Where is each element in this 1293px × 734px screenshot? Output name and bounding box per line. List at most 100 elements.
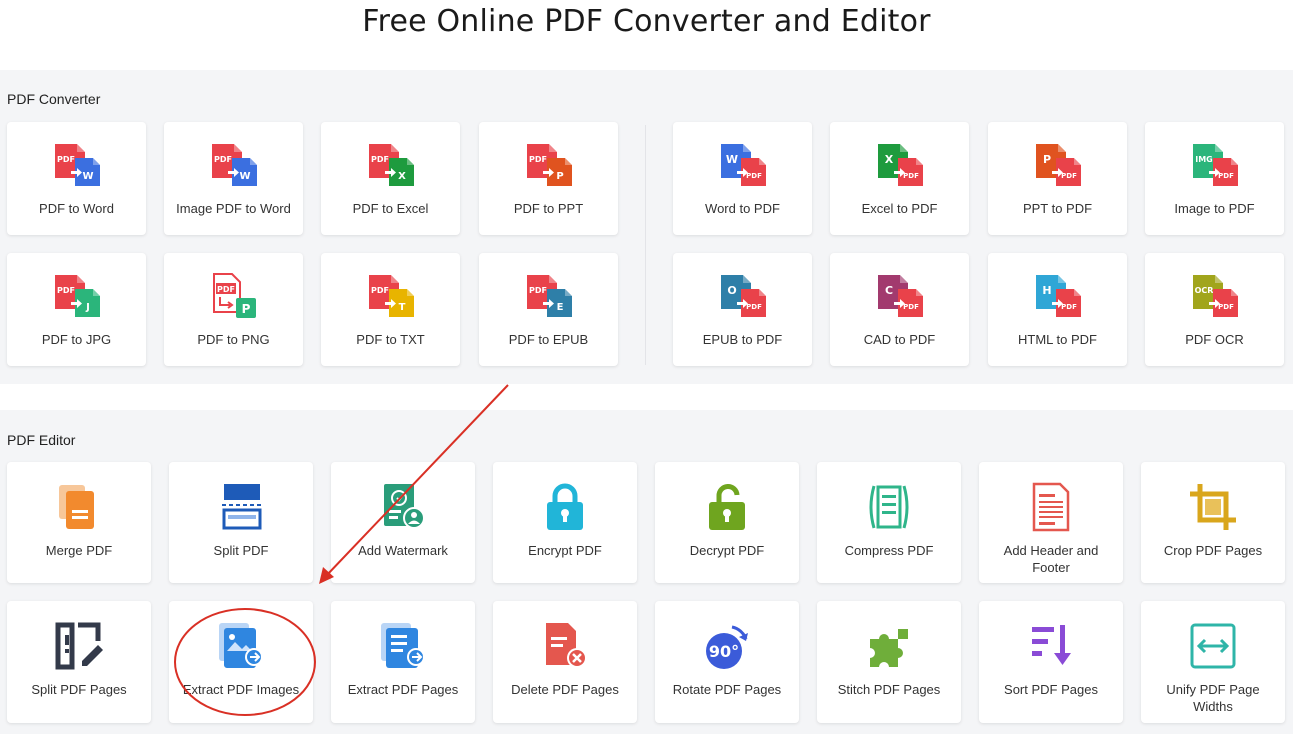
tool-card-cad-to-pdf[interactable]: C PDF CAD to PDF	[830, 253, 969, 366]
svg-text:OCR: OCR	[1194, 286, 1213, 295]
tool-card-label: PDF OCR	[1185, 332, 1244, 347]
merge-pdf-icon	[54, 482, 104, 532]
excel-to-pdf-icon: X PDF	[874, 142, 926, 188]
tool-card-label: Crop PDF Pages	[1163, 543, 1263, 558]
tool-card-crop-pdf-pages[interactable]: Crop PDF Pages	[1141, 462, 1285, 583]
tool-card-label: Image PDF to Word	[176, 201, 291, 216]
section-label-editor: PDF Editor	[7, 432, 76, 448]
tool-card-rotate-pdf-pages[interactable]: 90° Rotate PDF Pages	[655, 601, 799, 723]
tool-card-extract-pdf-pages[interactable]: Extract PDF Pages	[331, 601, 475, 723]
tool-card-pdf-to-png[interactable]: PDF P PDF to PNG	[164, 253, 303, 366]
tool-card-label: Split PDF Pages	[31, 682, 127, 697]
section-label-converter: PDF Converter	[7, 91, 101, 107]
tool-card-add-header-and-footer[interactable]: Add Header and Footer	[979, 462, 1123, 583]
word-to-pdf-icon: W PDF	[717, 142, 769, 188]
tool-card-label: Image to PDF	[1174, 201, 1255, 216]
tool-card-label: PDF to EPUB	[508, 332, 589, 347]
tool-card-excel-to-pdf[interactable]: X PDF Excel to PDF	[830, 122, 969, 235]
svg-text:P: P	[556, 171, 563, 182]
tool-card-pdf-ocr[interactable]: OCR PDF PDF OCR	[1145, 253, 1284, 366]
html-to-pdf-icon: H PDF	[1032, 273, 1084, 319]
tool-card-label: Unify PDF Page Widths	[1166, 682, 1260, 714]
pdf-to-ppt-icon: PDF P	[523, 142, 575, 188]
ppt-to-pdf-icon: P PDF	[1032, 142, 1084, 188]
tool-card-label: Delete PDF Pages	[511, 682, 619, 697]
tool-card-extract-pdf-images[interactable]: Extract PDF Images	[169, 601, 313, 723]
tool-card-label: Rotate PDF Pages	[672, 682, 782, 697]
svg-text:C: C	[884, 284, 892, 297]
svg-text:IMG: IMG	[1195, 155, 1213, 164]
tool-card-pdf-to-excel[interactable]: PDF X PDF to Excel	[321, 122, 460, 235]
tool-card-label: Merge PDF	[45, 543, 113, 558]
tool-card-compress-pdf[interactable]: Compress PDF	[817, 462, 961, 583]
tool-card-delete-pdf-pages[interactable]: Delete PDF Pages	[493, 601, 637, 723]
svg-text:PDF: PDF	[746, 303, 762, 311]
tool-card-image-pdf-to-word[interactable]: PDF W Image PDF to Word	[164, 122, 303, 235]
tool-card-pdf-to-jpg[interactable]: PDF J PDF to JPG	[7, 253, 146, 366]
image-to-pdf-icon: IMG PDF	[1189, 142, 1241, 188]
svg-text:O: O	[727, 284, 736, 297]
lock-icon	[540, 482, 590, 532]
tool-card-unify-pdf-page-widths[interactable]: Unify PDF Page Widths	[1141, 601, 1285, 723]
svg-text:PDF: PDF	[57, 155, 75, 164]
svg-text:90°: 90°	[709, 642, 739, 661]
svg-text:E: E	[556, 302, 563, 313]
svg-text:PDF: PDF	[217, 285, 235, 294]
svg-text:PDF: PDF	[57, 286, 75, 295]
tool-card-label: PDF to TXT	[356, 332, 425, 347]
svg-text:H: H	[1042, 284, 1051, 297]
split-pages-icon	[54, 621, 104, 671]
tool-card-split-pdf[interactable]: Split PDF	[169, 462, 313, 583]
tool-card-word-to-pdf[interactable]: W PDF Word to PDF	[673, 122, 812, 235]
tool-card-add-watermark[interactable]: Add Watermark	[331, 462, 475, 583]
header-footer-icon	[1026, 482, 1076, 532]
tool-card-label: PDF to Excel	[352, 201, 429, 216]
pdf-editor-section: PDF Editor Merge PDF Split PDF Add Water…	[0, 410, 1293, 734]
pdf-to-png-icon: PDF P	[208, 273, 260, 319]
svg-text:W: W	[239, 171, 250, 182]
tool-card-label: Sort PDF Pages	[1004, 682, 1098, 697]
pdf-to-jpg-icon: PDF J	[51, 273, 103, 319]
tool-card-ppt-to-pdf[interactable]: P PDF PPT to PDF	[988, 122, 1127, 235]
svg-text:X: X	[884, 153, 893, 166]
tool-card-label: PPT to PDF	[1022, 201, 1093, 216]
pdf-converter-section: PDF Converter PDF W PDF to Word PDF W Im…	[0, 70, 1293, 384]
watermark-icon	[378, 482, 428, 532]
tool-card-label: CAD to PDF	[863, 332, 936, 347]
tool-card-pdf-to-word[interactable]: PDF W PDF to Word	[7, 122, 146, 235]
unlock-icon	[702, 482, 752, 532]
tool-card-encrypt-pdf[interactable]: Encrypt PDF	[493, 462, 637, 583]
tool-card-label: PDF to PNG	[197, 332, 270, 347]
tool-card-sort-pdf-pages[interactable]: Sort PDF Pages	[979, 601, 1123, 723]
tool-card-label: PDF to PPT	[513, 201, 584, 216]
tool-card-pdf-to-epub[interactable]: PDF E PDF to EPUB	[479, 253, 618, 366]
tool-card-label: EPUB to PDF	[702, 332, 783, 347]
epub-to-pdf-icon: O PDF	[717, 273, 769, 319]
svg-text:PDF: PDF	[529, 286, 547, 295]
tool-card-merge-pdf[interactable]: Merge PDF	[7, 462, 151, 583]
tool-card-label: Word to PDF	[705, 201, 780, 216]
svg-text:W: W	[82, 171, 93, 182]
pdf-to-excel-icon: PDF X	[365, 142, 417, 188]
tool-card-stitch-pdf-pages[interactable]: Stitch PDF Pages	[817, 601, 961, 723]
tool-card-decrypt-pdf[interactable]: Decrypt PDF	[655, 462, 799, 583]
tool-card-image-to-pdf[interactable]: IMG PDF Image to PDF	[1145, 122, 1284, 235]
tool-card-split-pdf-pages[interactable]: Split PDF Pages	[7, 601, 151, 723]
tool-card-html-to-pdf[interactable]: H PDF HTML to PDF	[988, 253, 1127, 366]
tool-card-pdf-to-ppt[interactable]: PDF P PDF to PPT	[479, 122, 618, 235]
svg-text:T: T	[398, 302, 405, 313]
compress-icon	[864, 482, 914, 532]
page-title: Free Online PDF Converter and Editor	[362, 4, 931, 39]
pdf-to-epub-icon: PDF E	[523, 273, 575, 319]
delete-pages-icon	[540, 621, 590, 671]
divider	[645, 125, 646, 365]
svg-text:PDF: PDF	[1218, 303, 1234, 311]
tool-card-label: Compress PDF	[844, 543, 934, 558]
tool-card-label: Extract PDF Pages	[347, 682, 459, 697]
tool-card-pdf-to-txt[interactable]: PDF T PDF to TXT	[321, 253, 460, 366]
svg-text:PDF: PDF	[1218, 172, 1234, 180]
extract-images-icon	[216, 621, 266, 671]
svg-text:P: P	[241, 302, 250, 316]
tool-card-epub-to-pdf[interactable]: O PDF EPUB to PDF	[673, 253, 812, 366]
svg-text:J: J	[85, 302, 90, 313]
